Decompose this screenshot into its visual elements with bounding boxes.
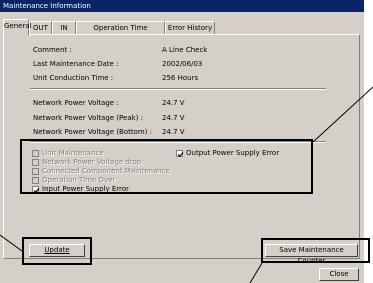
callout-line [312,86,373,143]
callout-line [249,262,263,283]
callout-line [0,234,23,252]
callout-lines [0,86,373,283]
tab-general[interactable]: General [3,19,32,35]
